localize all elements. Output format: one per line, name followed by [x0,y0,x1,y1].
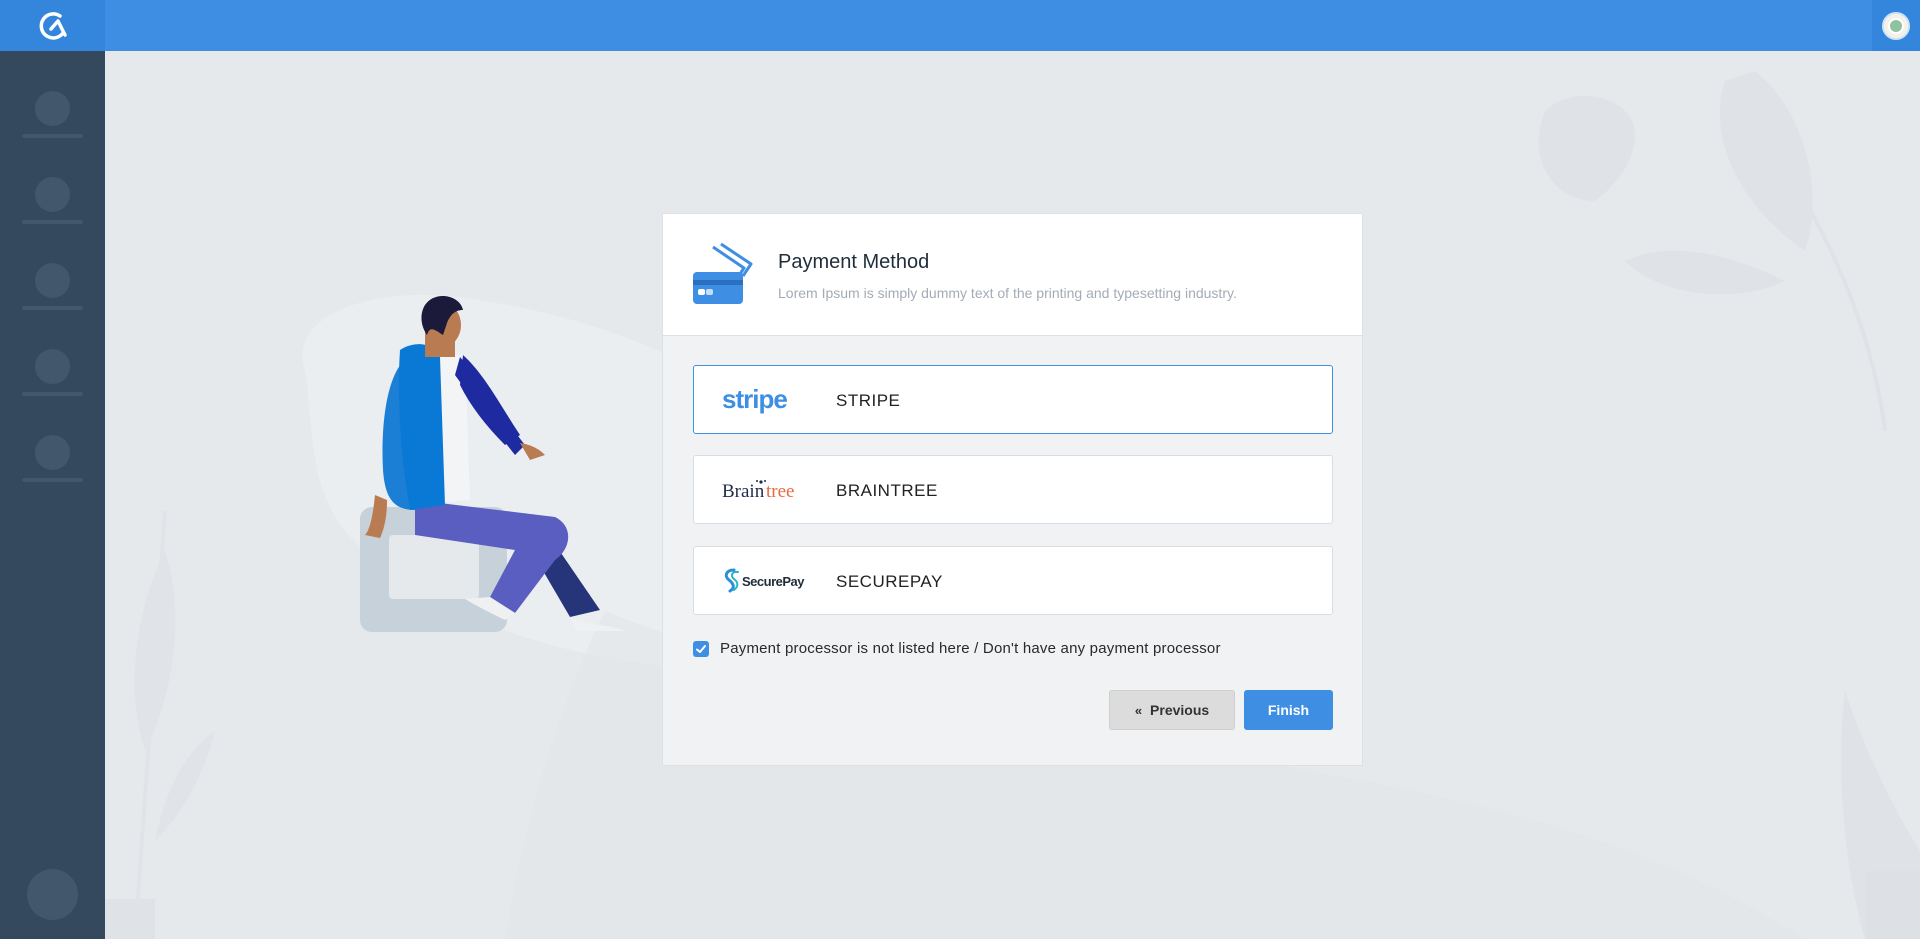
sidebar-item-3[interactable] [22,263,83,319]
sidebar-item-1[interactable] [22,91,83,147]
finish-button-label: Finish [1267,702,1310,718]
check-icon [696,644,706,653]
sidebar-item-4[interactable] [22,349,83,405]
sidebar-item-5[interactable] [22,435,83,491]
payment-option-securepay[interactable]: SecurePay SECUREPAY [693,546,1333,615]
stripe-logo: stripe [722,366,792,433]
braintree-logo: Brain tree [722,456,806,523]
finish-button[interactable]: Finish [1244,690,1333,730]
svg-text:SecurePay: SecurePay [742,574,805,589]
person-illustration [360,295,625,632]
sidebar-item-2[interactable] [22,177,83,233]
payment-method-card: Payment Method Lorem Ipsum is simply dum… [662,213,1363,766]
card-subtitle: Lorem Ipsum is simply dummy text of the … [778,285,1237,301]
credit-card-icon [691,242,753,315]
card-header: Payment Method Lorem Ipsum is simply dum… [663,214,1362,336]
previous-button[interactable]: « Previous [1109,690,1235,730]
svg-text:Brain: Brain [722,481,765,502]
no-processor-checkbox-row: Payment processor is not listed here / D… [693,640,1221,657]
securepay-logo: SecurePay [722,547,806,614]
payment-option-braintree[interactable]: Brain tree BRAINTREE [693,455,1333,524]
option-label: BRAINTREE [836,481,938,500]
previous-button-label: Previous [1150,702,1210,718]
double-chevron-left-icon: « [1134,702,1143,718]
top-bar [0,0,1920,51]
app-logo-icon[interactable] [0,0,105,51]
svg-text:tree: tree [766,481,794,502]
sidebar [0,51,105,939]
svg-text:stripe: stripe [722,385,787,414]
no-processor-checkbox[interactable] [693,640,709,657]
card-title: Payment Method [778,251,930,273]
sidebar-profile-avatar[interactable] [27,869,78,920]
no-processor-label[interactable]: Payment processor is not listed here / D… [720,640,1221,657]
payment-option-stripe[interactable]: stripe STRIPE [693,365,1333,434]
option-label: SECUREPAY [836,572,943,591]
user-avatar-icon[interactable] [1872,0,1920,51]
option-label: STRIPE [836,391,901,410]
